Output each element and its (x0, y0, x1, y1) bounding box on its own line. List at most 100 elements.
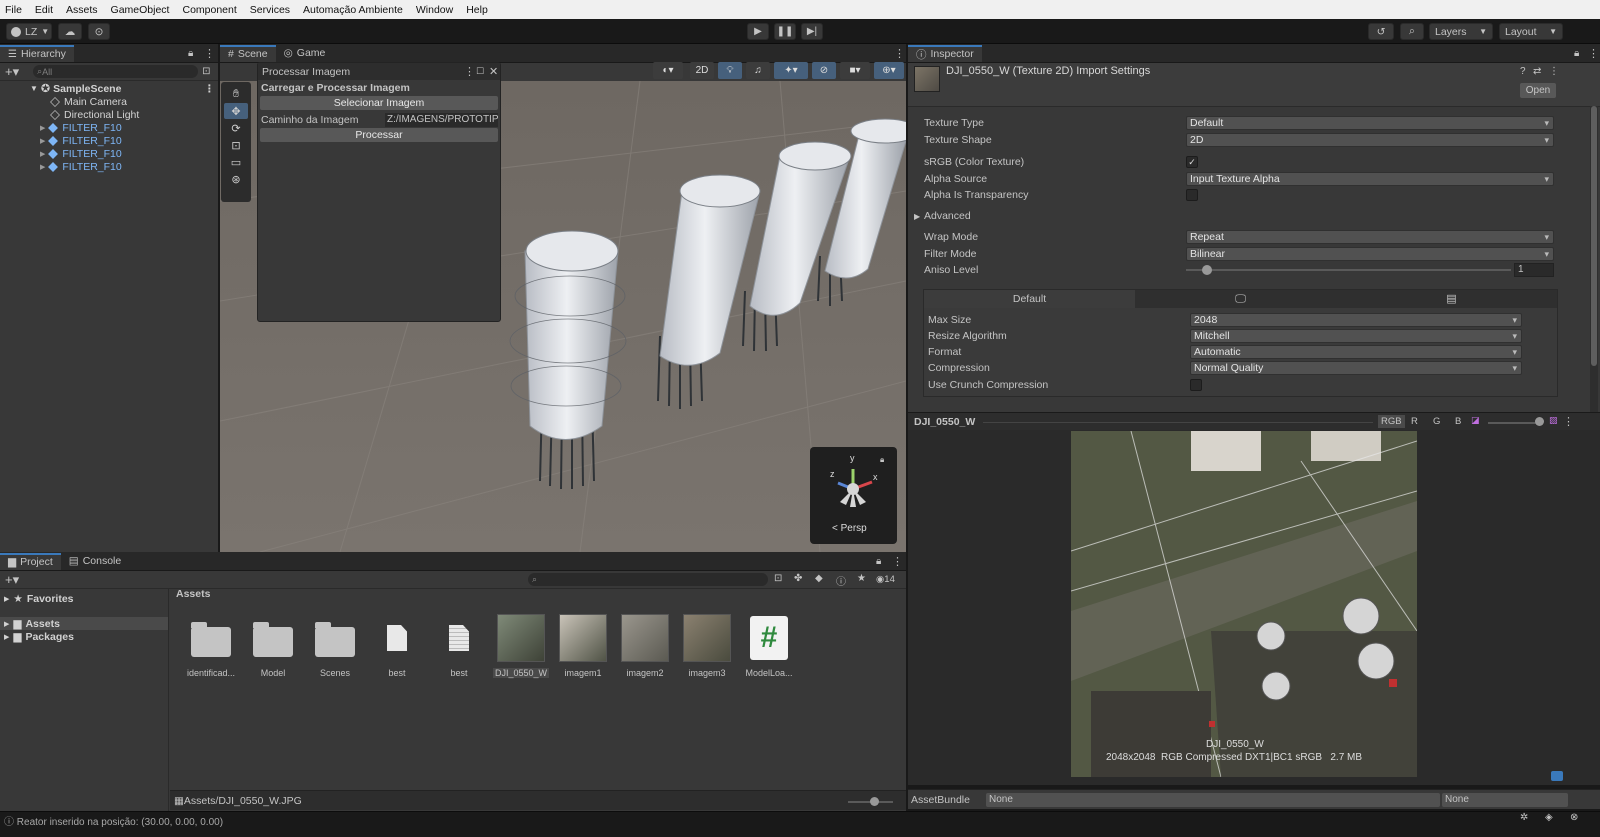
close-icon[interactable]: ✕ (489, 65, 498, 78)
tree-item-assets[interactable]: ▶ ▆ Assets (0, 617, 168, 630)
asset-item[interactable]: best (428, 614, 490, 678)
project-search-input[interactable]: ⌕ (528, 573, 768, 586)
aniso-slider-track[interactable] (1186, 265, 1511, 275)
label-tag-icon[interactable] (1551, 771, 1563, 781)
alpha-toggle-icon[interactable]: ◪ (1471, 415, 1480, 426)
progress-icon[interactable]: ⊗ (1570, 812, 1578, 823)
srgb-checkbox[interactable]: ✓ (1186, 156, 1198, 168)
search-by-type-icon[interactable]: ⊡ (774, 573, 782, 584)
foldout-icon[interactable]: ▶ (4, 620, 9, 628)
hidden-objects-toggle[interactable]: ⊘ (812, 62, 836, 79)
asset-item[interactable]: # ModelLoa... (738, 614, 800, 678)
draw-mode-dropdown[interactable]: ◐▾ (653, 62, 683, 79)
resize-algorithm-dropdown[interactable]: Mitchell (1190, 329, 1522, 343)
tab-server[interactable]: ▤ (1346, 289, 1557, 308)
help-icon[interactable]: ? (1520, 66, 1526, 77)
pause-button[interactable]: ❚❚ (774, 23, 796, 40)
asset-item[interactable]: Model (242, 614, 304, 678)
persp-label[interactable]: < Persp (832, 523, 867, 534)
process-button[interactable]: Processar (260, 128, 498, 142)
add-icon[interactable]: +▾ (5, 572, 19, 588)
select-image-button[interactable]: Selecionar Imagem (260, 96, 498, 110)
hierarchy-item-filter-f10[interactable]: ▶ FILTER_F10 (0, 121, 218, 134)
hierarchy-search-input[interactable]: ⌕ All (33, 65, 199, 78)
tab-default-platform[interactable]: Default (924, 289, 1135, 308)
foldout-icon[interactable]: ▶ (40, 150, 45, 158)
asset-item[interactable]: identificad... (180, 614, 242, 678)
move-tool[interactable]: ✥ (224, 103, 248, 119)
tab-game[interactable]: ◎ Game (276, 45, 334, 62)
asset-item-selected[interactable]: DJI_0550_W (490, 614, 552, 678)
visibility-count[interactable]: ◉14 (876, 574, 895, 585)
tree-item-packages[interactable]: ▶ ▆ Packages (0, 630, 168, 643)
asset-item[interactable]: imagem1 (552, 614, 614, 678)
wrap-mode-dropdown[interactable]: Repeat (1186, 230, 1554, 244)
more-icon[interactable]: ⋮ (1563, 415, 1574, 428)
compression-dropdown[interactable]: Normal Quality (1190, 361, 1522, 375)
menu-edit[interactable]: Edit (35, 4, 53, 16)
aniso-slider-thumb[interactable] (1201, 265, 1212, 275)
advanced-foldout[interactable]: ▶ Advanced (908, 208, 1568, 224)
more-icon[interactable]: ⋮ (1549, 66, 1559, 77)
lock-icon[interactable]: 🔒︎ (880, 455, 884, 465)
asset-item[interactable]: Scenes (304, 614, 366, 678)
lock-icon[interactable]: 🔒︎ (876, 556, 881, 567)
hierarchy-item-directional-light[interactable]: Directional Light (0, 108, 218, 121)
status-message[interactable]: ⓘ Reator inserido na posição: (30.00, 0.… (4, 813, 223, 828)
account-dropdown[interactable]: LZ ▼ (6, 23, 52, 40)
foldout-icon[interactable]: ▶ (40, 163, 45, 171)
foldout-icon[interactable]: ▶ (4, 595, 9, 603)
cache-icon[interactable]: ◈ (1545, 812, 1553, 823)
tab-console[interactable]: ▤ Console (61, 553, 129, 570)
scrollbar-thumb[interactable] (1591, 106, 1597, 366)
search-button[interactable]: ⌕ (1400, 23, 1424, 40)
more-icon[interactable]: ⋮ (892, 555, 903, 568)
layers-dropdown[interactable]: Layers ▼ (1429, 23, 1493, 40)
history-button[interactable]: ↺ (1368, 23, 1394, 40)
favorites-item[interactable]: ▶ ★ Favorites (0, 592, 168, 605)
tab-project[interactable]: ▆ Project (0, 552, 61, 570)
asset-item[interactable]: imagem3 (676, 614, 738, 678)
cloud-button[interactable]: ☁ (58, 23, 82, 40)
tab-scene[interactable]: # Scene (220, 44, 276, 62)
alpha-source-dropdown[interactable]: Input Texture Alpha (1186, 172, 1554, 186)
mip-toggle-icon[interactable]: ▨ (1549, 415, 1558, 426)
foldout-icon[interactable]: ▶ (4, 633, 9, 641)
scene-orientation-gizmo[interactable]: y x z 🔒︎ < Persp (810, 447, 897, 544)
menu-window[interactable]: Window (416, 4, 453, 16)
more-icon[interactable]: ⋮ (464, 65, 475, 78)
filter-by-type-icon[interactable]: ✤ (794, 573, 802, 584)
hierarchy-item-filter-f10[interactable]: ▶ FILTER_F10 (0, 134, 218, 147)
mip-slider-thumb[interactable] (1535, 417, 1544, 426)
audio-toggle[interactable]: ♫ (746, 62, 770, 79)
layout-dropdown[interactable]: Layout ▼ (1499, 23, 1563, 40)
menu-assets[interactable]: Assets (66, 4, 98, 16)
filter-mode-dropdown[interactable]: Bilinear (1186, 247, 1554, 261)
effects-dropdown[interactable]: ✦▾ (774, 62, 808, 79)
assetbundle-variant-dropdown[interactable]: None (1442, 793, 1568, 807)
max-size-dropdown[interactable]: 2048 (1190, 313, 1522, 327)
hierarchy-item-filter-f10[interactable]: ▶ FILTER_F10 (0, 160, 218, 173)
bug-icon[interactable]: ✲ (1520, 812, 1528, 823)
alpha-transparency-checkbox[interactable] (1186, 189, 1198, 201)
toggle-2d-button[interactable]: 2D (690, 62, 714, 79)
camera-dropdown[interactable]: ■▾ (840, 62, 870, 79)
foldout-icon[interactable]: ▶ (40, 137, 45, 145)
aniso-value-input[interactable]: 1 (1514, 263, 1554, 277)
hand-tool[interactable]: ✋︎ (224, 86, 248, 102)
menu-services[interactable]: Services (250, 4, 290, 16)
scene-item[interactable]: ▼ ✪ SampleScene ⋮ (0, 82, 218, 96)
lock-icon[interactable]: 🔒︎ (1574, 48, 1579, 59)
menu-gameobject[interactable]: GameObject (111, 4, 170, 16)
lock-icon[interactable]: 🔒︎ (188, 48, 193, 59)
menu-help[interactable]: Help (466, 4, 488, 16)
channel-rgb-button[interactable]: RGB (1378, 415, 1405, 428)
rotate-tool[interactable]: ⟳ (224, 120, 248, 136)
format-dropdown[interactable]: Automatic (1190, 345, 1522, 359)
rect-tool[interactable]: ▭ (224, 154, 248, 170)
transform-tool[interactable]: ⊛ (224, 171, 248, 187)
asset-item[interactable]: best (366, 614, 428, 678)
more-icon[interactable]: ⋮ (204, 83, 215, 95)
gizmos-dropdown[interactable]: ⊕▾ (874, 62, 904, 79)
breadcrumb[interactable]: Assets (176, 588, 210, 600)
